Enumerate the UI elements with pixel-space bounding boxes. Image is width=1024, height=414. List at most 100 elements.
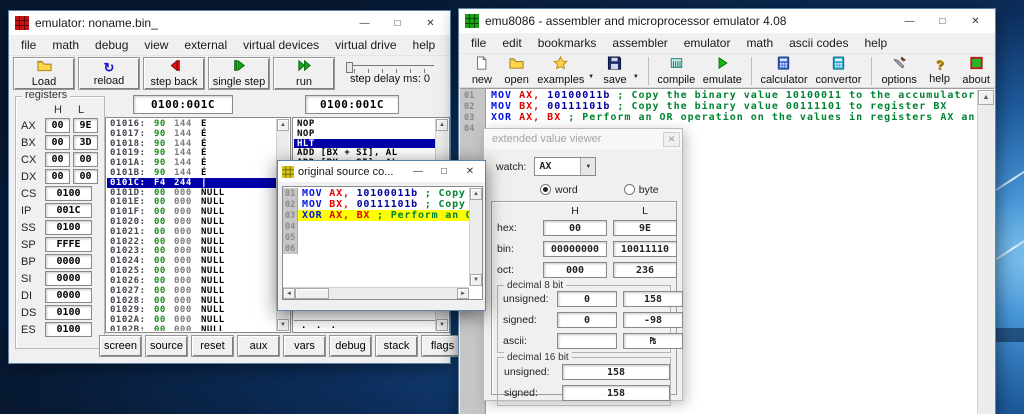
reload-button[interactable]: ↻ reload <box>78 57 140 90</box>
register-high-field[interactable]: 00 <box>45 169 70 184</box>
register-value-field[interactable]: 001C <box>45 203 92 218</box>
ide-titlebar[interactable]: emu8086 - assembler and microprocessor e… <box>459 9 995 33</box>
panel-button[interactable]: screen <box>99 335 142 357</box>
single-step-button[interactable]: single step <box>208 57 270 90</box>
new-button[interactable]: new <box>465 55 499 87</box>
memory-row[interactable]: 0102A: 00 000 NULL <box>107 315 276 325</box>
minimize-button[interactable]: — <box>407 166 429 177</box>
value-l-field[interactable]: 236 <box>613 262 677 278</box>
byte-radio[interactable]: byte <box>624 184 659 196</box>
dialog-titlebar[interactable]: extended value viewer ✕ <box>484 129 682 149</box>
examples-button[interactable]: examples <box>535 55 588 87</box>
register-low-field[interactable]: 00 <box>73 152 98 167</box>
load-button[interactable]: Load <box>13 57 75 90</box>
memory-address-field[interactable]: 0100:001C <box>133 95 233 114</box>
scroll-up-icon[interactable]: ▲ <box>978 90 994 105</box>
menu-item[interactable]: bookmarks <box>530 35 605 51</box>
memory-row[interactable]: 01022: 00 000 NULL <box>107 237 276 247</box>
panel-button[interactable]: reset <box>191 335 234 357</box>
code-line[interactable]: 04 <box>283 221 469 232</box>
minimize-button[interactable]: — <box>896 16 923 27</box>
memory-row[interactable]: 0101B: 90 144 É <box>107 168 276 178</box>
help-button[interactable]: ? help <box>922 55 958 87</box>
chevron-down-icon[interactable]: ▼ <box>580 158 595 175</box>
memory-row[interactable]: 01023: 00 000 NULL <box>107 247 276 257</box>
register-value-field[interactable]: 0000 <box>45 271 92 286</box>
scroll-up-icon[interactable]: ▲ <box>436 119 448 131</box>
register-value-field[interactable]: 0100 <box>45 186 92 201</box>
scroll-down-icon[interactable]: ▼ <box>436 319 448 331</box>
panel-button[interactable]: vars <box>283 335 326 357</box>
popup-vertical-scrollbar[interactable]: ▲ ▼ <box>469 188 482 286</box>
convertor-button[interactable]: convertor <box>811 55 865 87</box>
memory-list[interactable]: 01016: 90 144 É 01017: 90 144 É 01018: <box>105 117 291 333</box>
memory-row[interactable]: 0101C: F4 244 ⌠ <box>107 178 276 188</box>
menu-item[interactable]: edit <box>494 35 529 51</box>
memory-row[interactable]: 01018: 90 144 É <box>107 139 276 149</box>
menu-item[interactable]: debug <box>87 37 136 53</box>
ide-editor-scrollbar[interactable]: ▲ <box>977 90 994 414</box>
register-value-field[interactable]: 0000 <box>45 288 92 303</box>
panel-button[interactable]: aux <box>237 335 280 357</box>
menu-item[interactable]: assembler <box>604 35 675 51</box>
save-dropdown-icon[interactable]: ▼ <box>633 74 639 80</box>
value-h-field[interactable] <box>557 333 617 349</box>
value-h-field[interactable]: 0 <box>557 312 617 328</box>
memory-row[interactable]: 01016: 90 144 É <box>107 119 276 129</box>
disassembly-address-field[interactable]: 0100:001C <box>305 95 399 114</box>
register-value-field[interactable]: 0100 <box>45 220 92 235</box>
value-h-field[interactable]: 00 <box>543 220 607 236</box>
register-value-field[interactable]: FFFE <box>45 237 92 252</box>
memory-row[interactable]: 0102B: 00 000 NULL <box>107 325 276 331</box>
calculator-button[interactable]: calculator <box>757 55 811 87</box>
disassembly-row[interactable]: HLT <box>294 139 435 149</box>
code-line[interactable]: 02 MOV BX, 00111101b ; Copy the binary v… <box>283 199 469 210</box>
close-icon[interactable]: ✕ <box>663 132 680 147</box>
about-button[interactable]: about <box>957 55 995 87</box>
memory-row[interactable]: 01017: 90 144 É <box>107 129 276 139</box>
memory-row[interactable]: 0101E: 00 000 NULL <box>107 198 276 208</box>
disassembly-row[interactable]: ADD [BX + SI], AL <box>294 148 435 158</box>
memory-row[interactable]: 01028: 00 000 NULL <box>107 296 276 306</box>
examples-dropdown-icon[interactable]: ▼ <box>588 74 594 80</box>
code-line[interactable]: 03 XOR AX, BX ; Perform an OR operation … <box>460 112 976 123</box>
emulate-button[interactable]: emulate <box>699 55 746 87</box>
popup-titlebar[interactable]: original source co... — □ ✕ <box>278 161 485 182</box>
scroll-left-icon[interactable]: ◄ <box>283 288 295 299</box>
scroll-down-icon[interactable]: ▼ <box>277 319 289 331</box>
memory-row[interactable]: 01024: 00 000 NULL <box>107 256 276 266</box>
value-16bit-field[interactable]: 158 <box>562 385 670 401</box>
value-l-field[interactable]: 9E <box>613 220 677 236</box>
memory-row[interactable]: 01020: 00 000 NULL <box>107 217 276 227</box>
value-h-field[interactable]: 00000000 <box>543 241 607 257</box>
open-button[interactable]: open <box>499 55 535 87</box>
menu-item[interactable]: math <box>738 35 781 51</box>
memory-row[interactable]: 01025: 00 000 NULL <box>107 266 276 276</box>
word-radio[interactable]: word <box>540 184 578 196</box>
value-l-field[interactable]: 10011110 <box>613 241 677 257</box>
maximize-button[interactable]: □ <box>433 166 455 177</box>
memory-row[interactable]: 01029: 00 000 NULL <box>107 305 276 315</box>
emulator-titlebar[interactable]: emulator: noname.bin_ — □ ✕ <box>9 11 450 35</box>
menu-item[interactable]: external <box>176 37 235 53</box>
scrollbar-thumb[interactable] <box>295 288 329 299</box>
register-low-field[interactable]: 00 <box>73 169 98 184</box>
run-button[interactable]: run <box>273 57 335 90</box>
register-low-field[interactable]: 3D <box>73 135 98 150</box>
code-line[interactable]: 03 XOR AX, BX ; Perform an OR operation <box>283 210 469 221</box>
register-high-field[interactable]: 00 <box>45 118 70 133</box>
value-h-field[interactable]: 000 <box>543 262 607 278</box>
source-code-editor[interactable]: 01 MOV AX, 10100011b ; Copy the binary v… <box>282 186 483 300</box>
code-line[interactable]: 01 MOV AX, 10100011b ; Copy the binary v… <box>283 188 469 199</box>
register-high-field[interactable]: 00 <box>45 135 70 150</box>
compile-button[interactable]: compile <box>654 55 699 87</box>
memory-row[interactable]: 01026: 00 000 NULL <box>107 276 276 286</box>
scroll-up-icon[interactable]: ▲ <box>277 119 289 131</box>
menu-item[interactable]: view <box>136 37 176 53</box>
value-l-field[interactable]: ₧ <box>623 333 683 349</box>
options-button[interactable]: options <box>877 55 922 87</box>
register-value-field[interactable]: 0100 <box>45 322 92 337</box>
close-button[interactable]: ✕ <box>417 18 444 29</box>
slider-thumb[interactable] <box>346 62 353 73</box>
disassembly-row[interactable]: NOP <box>294 119 435 129</box>
